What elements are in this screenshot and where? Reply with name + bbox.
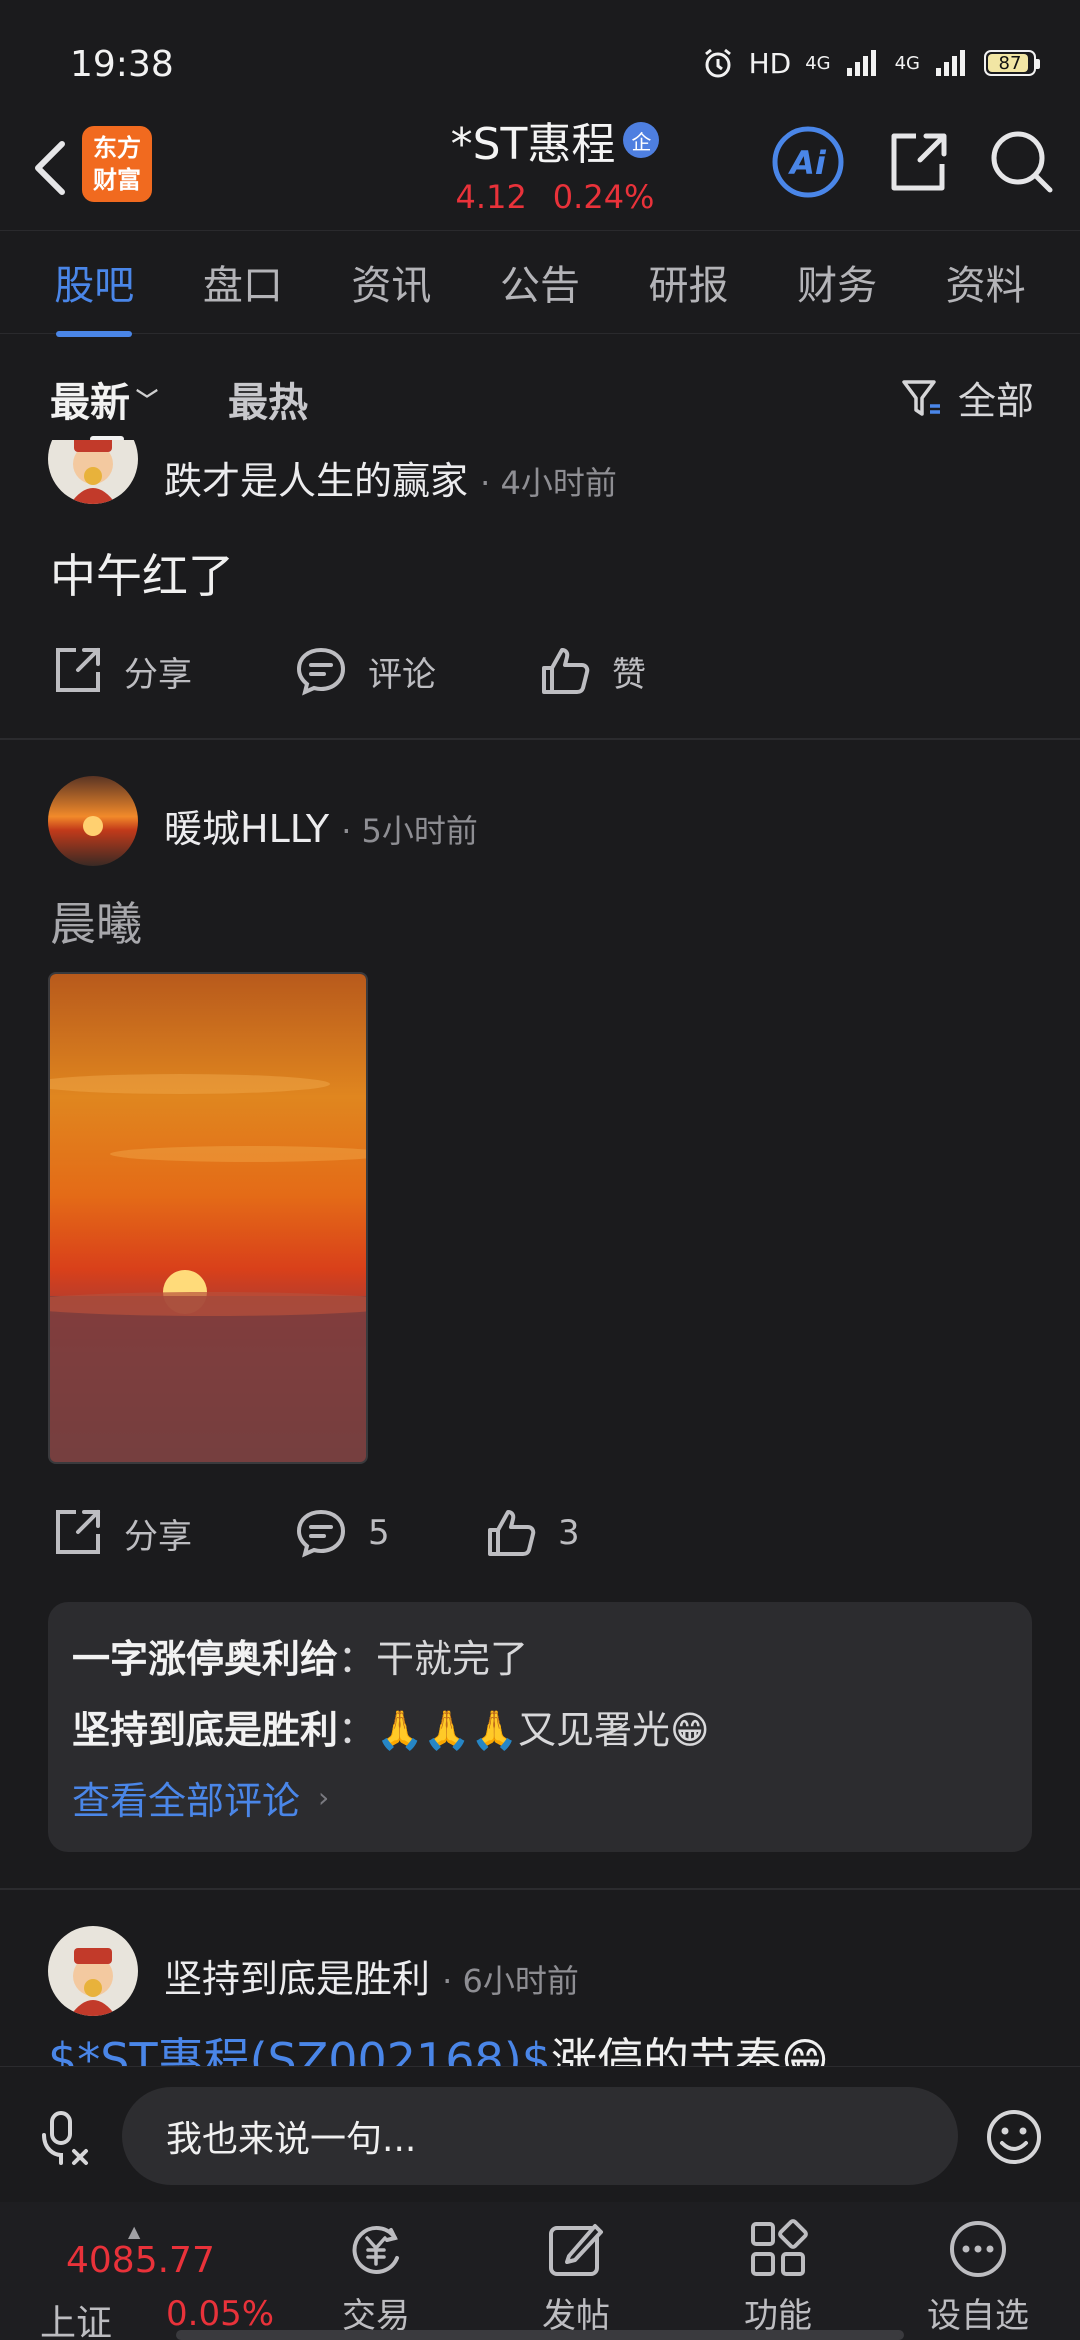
svg-text:Ai: Ai [787, 144, 827, 182]
nav-trade[interactable]: 交易 [306, 2218, 446, 2337]
share-icon [56, 1510, 100, 1554]
trade-icon [352, 2225, 399, 2274]
comment-preview[interactable]: 一字涨停奥利给：干就完了 [72, 1628, 1008, 1683]
index-change: 0.05% [166, 2294, 275, 2334]
share-icon[interactable] [880, 124, 956, 200]
signal-icon [846, 50, 876, 76]
comment-preview[interactable]: 坚持到底是胜利：🙏🙏🙏又见署光😁 [72, 1699, 1008, 1754]
tab-research[interactable]: 研报 [643, 253, 735, 311]
share-button[interactable]: 分享 [50, 644, 294, 698]
share-button[interactable]: 分享 [50, 1506, 294, 1560]
home-indicator [176, 2330, 904, 2340]
nav-functions[interactable]: 功能 [708, 2218, 848, 2337]
post-card-1[interactable]: 跌才是人生的赢家 · 4小时前 中午红了 分享 评论 赞 [0, 440, 1080, 740]
comment-preview-box[interactable]: 一字涨停奥利给：干就完了 坚持到底是胜利：🙏🙏🙏又见署光😁 查看全部评论 › [48, 1602, 1032, 1852]
search-icon[interactable] [984, 124, 1060, 200]
battery-icon: 87 [984, 50, 1040, 76]
tab-bar: 股吧 盘口 资讯 公告 研报 财务 资料 [0, 230, 1080, 337]
post-author[interactable]: 跌才是人生的赢家 · 4小时前 [164, 450, 617, 505]
signal-4g-label-2: 4G [894, 52, 920, 74]
enterprise-badge: 企 [623, 122, 660, 158]
stock-name: *ST惠程 [450, 119, 616, 170]
post-text[interactable]: 中午红了 [50, 540, 234, 606]
bottom-nav: ▲ 4085.77 上证 0.05% 交易 发帖 功能 设自选 [0, 2202, 1080, 2340]
comment-input[interactable]: 我也来说一句... [122, 2087, 958, 2185]
back-arrow-icon[interactable] [22, 128, 82, 208]
alarm-icon [704, 48, 731, 78]
tab-guba[interactable]: 股吧 [48, 253, 140, 337]
edit-icon [549, 2224, 603, 2276]
share-icon [56, 648, 100, 692]
post-author[interactable]: 坚持到底是胜利 · 6小时前 [164, 1948, 579, 2003]
tab-profile[interactable]: 资料 [940, 253, 1032, 311]
status-icons: HD 4G 4G 87 [701, 46, 1040, 80]
filter-icon [902, 379, 940, 416]
status-bar: 19:38 HD 4G 4G 87 [0, 0, 1080, 100]
sort-latest[interactable]: 最新 ﹀ [50, 370, 158, 428]
tab-finance[interactable]: 财务 [791, 253, 883, 311]
post-actions: 分享 评论 赞 [50, 644, 646, 698]
sort-hottest[interactable]: 最热 [228, 370, 308, 428]
hd-label: HD [748, 46, 792, 80]
index-name: 上证 [40, 2303, 113, 2340]
more-icon [950, 2221, 1006, 2277]
comment-author[interactable]: 坚持到底是胜利 [72, 1708, 338, 1752]
avatar[interactable] [48, 440, 138, 504]
avatar[interactable] [48, 776, 138, 866]
comment-input-bar: 我也来说一句... [0, 2066, 1080, 2202]
ai-button[interactable]: Ai [770, 124, 846, 200]
post-actions: 分享 5 3 [50, 1506, 580, 1560]
post-text[interactable]: $*ST惠程(SZ002168)$涨停的节奏😁 [48, 2024, 829, 2066]
chevron-right-icon: › [318, 1781, 330, 1814]
avatar[interactable] [48, 1926, 138, 2016]
comment-button[interactable]: 5 [294, 1506, 484, 1560]
tab-announcements[interactable]: 公告 [494, 253, 586, 311]
stock-change: 0.24% [552, 178, 655, 216]
sh-index-ticker[interactable]: ▲ 4085.77 上证 0.05% [40, 2216, 280, 2340]
eastmoney-logo[interactable]: 东方 财富 [82, 126, 152, 202]
nav-add-watchlist[interactable]: 设自选 [908, 2218, 1048, 2337]
comment-icon [296, 647, 346, 696]
comment-icon [296, 1509, 346, 1558]
comment-author[interactable]: 一字涨停奥利给 [72, 1637, 338, 1681]
index-value: 4085.77 [66, 2240, 215, 2281]
comment-button[interactable]: 评论 [294, 644, 538, 698]
signal-icon-2 [936, 50, 965, 76]
caret-up-icon: ▲ [128, 2222, 141, 2241]
post-image[interactable] [48, 972, 368, 1464]
stock-title: *ST惠程 企 4.12 0.24% [420, 108, 690, 216]
signal-4g-label: 4G [805, 52, 831, 74]
tab-news[interactable]: 资讯 [345, 253, 437, 311]
thumbs-up-icon [542, 648, 590, 694]
thumbs-up-icon [488, 1510, 536, 1556]
view-all-comments-link[interactable]: 查看全部评论 › [72, 1770, 1008, 1825]
like-button[interactable]: 赞 [538, 644, 646, 698]
stock-header: 东方 财富 *ST惠程 企 4.12 0.24% Ai [0, 108, 1080, 228]
status-time: 19:38 [70, 44, 174, 85]
stock-link[interactable]: $*ST惠程(SZ002168)$ [48, 2033, 551, 2066]
nav-post[interactable]: 发帖 [506, 2218, 646, 2337]
chevron-down-icon: ﹀ [136, 389, 159, 414]
like-button[interactable]: 3 [484, 1506, 580, 1560]
post-text[interactable]: 晨曦 [50, 888, 142, 954]
post-author[interactable]: 暖城HLLY · 5小时前 [164, 798, 478, 853]
tab-pankou[interactable]: 盘口 [197, 253, 289, 311]
filter-button[interactable]: 全部 [900, 370, 1034, 425]
post-card-3[interactable]: 坚持到底是胜利 · 6小时前 $*ST惠程(SZ002168)$涨停的节奏😁 [0, 1890, 1080, 2066]
stock-price: 4.12 [455, 178, 527, 216]
emoji-icon[interactable] [984, 2107, 1044, 2167]
sort-bar: 最新 ﹀ 最热 全部 [0, 340, 1080, 442]
voice-input-icon[interactable] [36, 2107, 96, 2167]
grid-icon [751, 2219, 808, 2276]
